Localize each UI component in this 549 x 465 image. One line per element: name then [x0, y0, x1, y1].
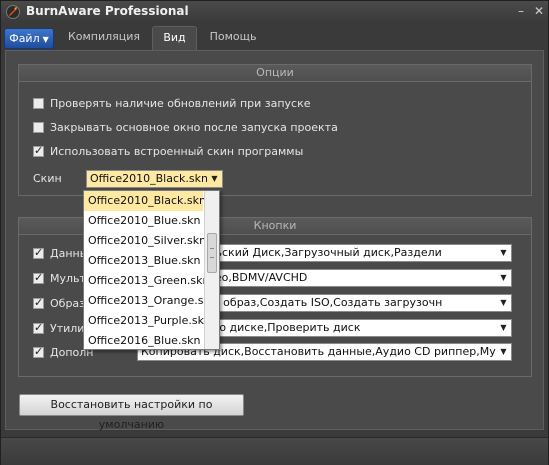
chevron-down-icon[interactable]: ▼ — [496, 245, 511, 261]
button-row-utilities-checkbox[interactable] — [33, 321, 44, 334]
chevron-down-icon[interactable]: ▼ — [496, 344, 511, 360]
skin-select[interactable]: Office2010_Black.skn ▼ — [86, 170, 223, 188]
tab-file-label: Файл — [9, 32, 40, 45]
check-updates-label: Проверять наличие обновлений при запуске — [50, 96, 311, 110]
check-updates-option[interactable]: Проверять наличие обновлений при запуске — [33, 95, 311, 111]
button-row-data-checkbox[interactable] — [33, 246, 44, 259]
dropdown-scrollbar[interactable] — [204, 191, 219, 349]
skin-option[interactable]: Office2010_Black.skn — [84, 191, 206, 211]
tab-file[interactable]: Файл ▼ — [4, 28, 54, 49]
title-bar: BurnAware Professional – ✕ — [1, 1, 548, 23]
skin-option[interactable]: Office2013_Purple.skn — [84, 311, 211, 331]
tab-compilation[interactable]: Компиляция — [61, 26, 147, 49]
skin-select-value: Office2010_Black.skn — [90, 172, 208, 185]
skin-option[interactable]: Office2016_Blue.skn — [84, 331, 203, 349]
button-row-images-label: Образ — [50, 296, 86, 310]
options-group: Опции Проверять наличие обновлений при з… — [18, 64, 532, 196]
window-title: BurnAware Professional — [26, 4, 189, 18]
skin-option[interactable]: Office2013_Orange.skn — [84, 291, 217, 311]
skin-option[interactable]: Office2013_Green.skn — [84, 271, 209, 291]
close-main-window-checkbox[interactable] — [33, 121, 44, 133]
restore-defaults-button[interactable]: Восстановить настройки по умолчанию — [19, 394, 244, 431]
skin-label: Скин — [33, 172, 62, 185]
check-updates-checkbox[interactable] — [33, 97, 44, 109]
options-group-header: Опции — [19, 65, 531, 82]
chevron-down-icon: ▼ — [42, 35, 49, 44]
minimize-button[interactable]: – — [514, 4, 528, 18]
chevron-down-icon[interactable]: ▼ — [496, 270, 511, 286]
close-main-window-option[interactable]: Закрывать основное окно после запуска пр… — [33, 119, 338, 135]
scrollbar-thumb[interactable] — [207, 233, 217, 273]
button-row-data[interactable]: Данны — [33, 245, 88, 261]
skin-option[interactable]: Office2010_Blue.skn — [84, 211, 203, 231]
close-button[interactable]: ✕ — [532, 4, 546, 18]
skin-option[interactable]: Office2013_Blue.skn — [84, 251, 203, 271]
button-row-additional-checkbox[interactable] — [33, 345, 44, 358]
use-builtin-skin-label: Использовать встроенный скин программы — [50, 144, 304, 158]
ribbon-tabs: Файл ▼ Компиляция Вид Помощь — [1, 26, 548, 51]
status-bar — [1, 437, 548, 465]
burnaware-flame-icon — [6, 5, 20, 19]
skin-dropdown-list[interactable]: Office2010_Black.skn Office2010_Blue.skn… — [83, 190, 220, 350]
close-main-window-label: Закрывать основное окно после запуска пр… — [50, 120, 338, 134]
button-row-multimedia[interactable]: Мульт — [33, 270, 86, 286]
use-builtin-skin-checkbox[interactable] — [33, 144, 44, 157]
button-row-multimedia-label: Мульт — [50, 271, 86, 285]
button-row-images[interactable]: Образ — [33, 295, 85, 311]
chevron-down-icon[interactable]: ▼ — [496, 295, 511, 311]
chevron-down-icon[interactable]: ▼ — [496, 320, 511, 336]
tab-help[interactable]: Помощь — [204, 26, 262, 49]
chevron-down-icon[interactable]: ▼ — [207, 171, 222, 187]
button-row-multimedia-checkbox[interactable] — [33, 271, 44, 284]
skin-option[interactable]: Office2010_Silver.skn — [84, 231, 206, 251]
use-builtin-skin-option[interactable]: Использовать встроенный скин программы — [33, 143, 303, 159]
button-row-images-checkbox[interactable] — [33, 296, 44, 309]
app-window: BurnAware Professional – ✕ Файл ▼ Компиля… — [0, 0, 549, 465]
tab-view[interactable]: Вид — [152, 26, 197, 51]
